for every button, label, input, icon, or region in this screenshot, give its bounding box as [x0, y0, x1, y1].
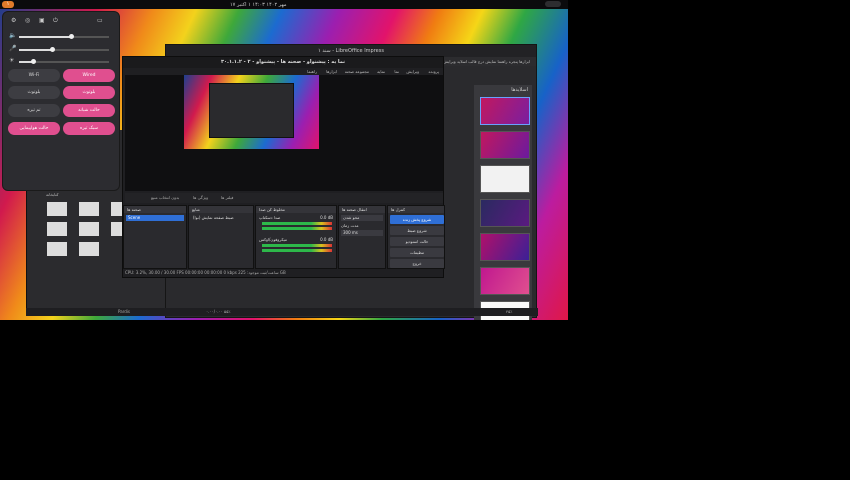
menu-edit[interactable]: ویرایش [406, 68, 419, 75]
dock-title: منابع [189, 206, 253, 213]
slides-pane-title: اسلایدها [511, 87, 528, 93]
track-db: 0.0 dB [320, 215, 333, 220]
activities-button[interactable] [545, 1, 561, 7]
filters-button[interactable]: فیلتر ها [221, 193, 233, 203]
slide-thumbnail[interactable] [480, 97, 530, 125]
no-source-label: بدون انتخاب منبع [151, 195, 180, 200]
workspace-indicator[interactable]: ۱ [2, 1, 14, 8]
track-db: 0.0 dB [320, 237, 333, 242]
slide-thumbnail[interactable] [480, 199, 530, 227]
settings-button[interactable]: تنظیمات [390, 248, 444, 257]
settings-icon[interactable]: ⚙ [11, 17, 16, 24]
volume-icon: 🔈 [9, 32, 17, 39]
obs-status-bar: CPU: 3.2%, 30.00 / 30.00 FPS 00:00:00 00… [125, 270, 286, 275]
thumbnail[interactable] [79, 202, 99, 216]
status-layout: Pardis [118, 309, 130, 314]
menu-profile[interactable]: نمایه [377, 68, 385, 75]
source-toolbar: بدون انتخاب منبع ویژگی ها فیلتر ها [125, 193, 443, 203]
thumbnail[interactable] [47, 242, 67, 256]
track-label: صدا دسکتاپ [259, 215, 281, 220]
quick-settings-panel: ⚙ ◎ ▣ ⏻ ▭ 🔈 🎤 ☀ Wired Wi-Fi بلوتوث بلوتو… [2, 11, 120, 191]
transition-select[interactable]: محو شدن [341, 215, 383, 221]
wired-toggle[interactable]: Wired [63, 69, 115, 82]
menu-tools[interactable]: ابزارها [326, 68, 337, 75]
dock-title: انتقال صحنه ها [339, 206, 385, 213]
power-icon[interactable]: ⏻ [53, 17, 58, 25]
brightness-slider[interactable] [19, 59, 109, 64]
dock-title: مخلوط کن صدا [256, 206, 336, 213]
dark-theme-toggle[interactable]: سبک تیره [63, 122, 115, 135]
volume-slider[interactable] [19, 34, 109, 39]
sources-dock: منابع ضبط صفحه نمایش (نوا) [188, 205, 254, 269]
dock-title: صحنه ها [124, 206, 186, 213]
bluetooth-settings[interactable]: بلوتوث [8, 86, 60, 99]
properties-button[interactable]: ویژگی ها [193, 193, 208, 203]
battery-icon: ▭ [97, 17, 103, 24]
wifi-toggle[interactable]: Wi-Fi [8, 69, 60, 82]
screenshot-icon[interactable]: ◎ [25, 17, 30, 24]
menu-file[interactable]: پرونده [428, 68, 439, 75]
desktop-screen: ۱ ۱۷ مهر ۱۴۰۲ ۱۴:۰۳ ۱ اکتبر سند ۱ - Libr… [0, 0, 568, 320]
slides-pane: اسلایدها [474, 85, 532, 320]
duration-label: مدت زمان [341, 223, 359, 228]
exit-button[interactable]: خروج [390, 259, 444, 268]
thumbnail[interactable] [47, 202, 67, 216]
preview-canvas[interactable] [125, 75, 443, 191]
section-header: کتابخانه [46, 192, 59, 197]
dark-style-toggle[interactable]: تم تیره [8, 104, 60, 117]
dock-title: کنترل ها [388, 206, 444, 213]
preview-source [184, 75, 319, 149]
duration-input[interactable]: 300 ms [341, 230, 383, 236]
obs-window: نما یه : پیشنواو - صحنه ها - پیشنواو - ۲… [122, 56, 445, 278]
slide-thumbnail[interactable] [480, 267, 530, 295]
zoom-level[interactable]: ۴۵٪ [506, 308, 512, 316]
volume-meter [262, 244, 332, 247]
scene-item[interactable]: Scene [126, 215, 184, 221]
thumbnail[interactable] [79, 242, 99, 256]
clock[interactable]: ۱۷ مهر ۱۴۰۲ ۱۴:۰۳ ۱ اکتبر [230, 2, 287, 8]
transitions-dock: انتقال صحنه ها محو شدن مدت زمان 300 ms [338, 205, 386, 269]
source-item[interactable]: ضبط صفحه نمایش (نوا) [191, 215, 251, 221]
lock-icon[interactable]: ▣ [39, 17, 45, 24]
slide-thumbnail[interactable] [480, 233, 530, 261]
menu-scene-collection[interactable]: مجموعه صحنه [345, 68, 369, 75]
controls-dock: کنترل ها شروع پخش زنده شروع ضبط حالت است… [387, 205, 445, 269]
mic-icon: 🎤 [9, 45, 17, 52]
menu-bar: پرونده ویرایش نما نمایه مجموعه صحنه ابزا… [123, 68, 443, 75]
start-streaming-button[interactable]: شروع پخش زنده [390, 215, 444, 224]
scenes-dock: صحنه ها Scene [123, 205, 187, 269]
volume-meter [262, 249, 332, 252]
top-bar: ۱ ۱۷ مهر ۱۴۰۲ ۱۴:۰۳ ۱ اکتبر [0, 0, 568, 9]
window-title: نما یه : پیشنواو - صحنه ها - پیشنواو - ۲… [123, 57, 443, 68]
slide-thumbnail[interactable] [480, 165, 530, 193]
thumbnail[interactable] [79, 222, 99, 236]
night-light-toggle[interactable]: حالت شبانه [63, 104, 115, 117]
bluetooth-toggle[interactable]: بلوتوث [63, 86, 115, 99]
start-recording-button[interactable]: شروع ضبط [390, 226, 444, 235]
audio-mixer-dock: مخلوط کن صدا صدا دسکتاپ 0.0 dB میکروفون/… [255, 205, 337, 269]
thumbnail[interactable] [47, 222, 67, 236]
volume-meter [262, 222, 332, 225]
volume-meter [262, 227, 332, 230]
airplane-mode-toggle[interactable]: حالت هواپیمایی [8, 122, 60, 135]
status-bar: Pardis ۰.۰۰/۰.۰۰ ۵۵٪ ۴۵٪ [26, 308, 538, 316]
brightness-icon: ☀ [9, 57, 15, 64]
studio-mode-button[interactable]: حالت استودیو [390, 237, 444, 246]
track-label: میکروفون/اوکس [259, 237, 288, 242]
menu-help[interactable]: راهنما [307, 68, 317, 75]
menu-view[interactable]: نما [394, 68, 399, 75]
mic-slider[interactable] [19, 47, 109, 52]
status-position: ۰.۰۰/۰.۰۰ ۵۵٪ [206, 309, 231, 314]
slide-thumbnail[interactable] [480, 131, 530, 159]
nested-window [209, 83, 294, 138]
